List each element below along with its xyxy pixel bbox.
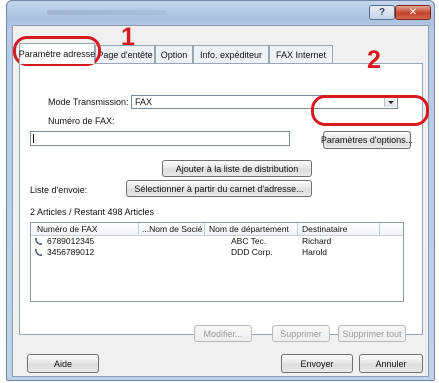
delete-all-button[interactable]: Supprimer tout <box>338 325 406 342</box>
department-cell: DDD Corp. <box>231 247 273 257</box>
column-divider[interactable] <box>379 223 380 235</box>
fax-number-label: Numéro de FAX: <box>48 116 115 126</box>
fax-phone-icon <box>35 237 43 245</box>
fax-number-input[interactable] <box>30 131 290 146</box>
tab-internet-fax[interactable]: FAX Internet <box>269 45 333 63</box>
blurred-title <box>47 10 167 15</box>
column-fax-number[interactable]: Numéro de FAX <box>37 224 97 235</box>
column-divider[interactable] <box>204 223 205 235</box>
help-button[interactable]: Aide <box>27 354 99 373</box>
modify-button[interactable]: Modifier... <box>194 325 252 342</box>
close-button[interactable]: ✕ <box>395 5 431 20</box>
annotation-number-2: 2 <box>367 46 381 74</box>
table-row[interactable]: 6789012345 ABC Tec. Richard <box>31 236 403 247</box>
send-list-label: Liste d'envoie: <box>30 185 88 195</box>
options-button[interactable]: Paramètres d'options... <box>321 131 413 149</box>
column-divider[interactable] <box>297 223 298 235</box>
title-bar[interactable]: ? ✕ <box>7 1 434 25</box>
annotation-ring-2 <box>311 95 429 126</box>
tab-address-settings[interactable]: Paramètre adresse <box>19 43 95 64</box>
mode-label: Mode Transmission: <box>48 97 129 107</box>
help-title-button[interactable]: ? <box>369 5 395 20</box>
department-cell: ABC Tec. <box>231 236 267 246</box>
column-company[interactable]: ...Nom de Socié <box>142 224 202 235</box>
send-button[interactable]: Envoyer <box>281 354 353 373</box>
add-to-distribution-button[interactable]: Ajouter à la liste de distribution <box>162 160 312 177</box>
text-caret <box>33 134 34 143</box>
mode-value: FAX <box>135 97 153 107</box>
recipient-cell: Richard <box>302 236 332 246</box>
recipient-cell: Harold <box>302 247 328 257</box>
recipient-list[interactable]: Numéro de FAX ...Nom de Socié Nom de dép… <box>30 222 404 302</box>
column-divider[interactable] <box>138 223 139 235</box>
cancel-button[interactable]: Annuler <box>359 354 423 373</box>
tab-option[interactable]: Option <box>155 45 193 63</box>
list-header: Numéro de FAX ...Nom de Socié Nom de dép… <box>31 223 403 236</box>
tab-sender-info[interactable]: Info. expéditeur <box>193 45 269 63</box>
fax-number-cell: 3456789012 <box>47 247 95 257</box>
table-row[interactable]: 3456789012 DDD Corp. Harold <box>31 247 403 258</box>
column-recipient[interactable]: Destinataire <box>302 224 347 235</box>
dialog-client: Paramètre adresse Page d'entête Option I… <box>12 25 429 377</box>
annotation-number-1: 1 <box>121 23 135 51</box>
delete-button[interactable]: Supprimer <box>272 325 330 342</box>
item-count-text: 2 Articles / Restant 498 Articles <box>30 207 155 217</box>
fax-phone-icon <box>35 248 43 256</box>
column-department[interactable]: Nom de département <box>209 224 289 235</box>
tab-strip: Paramètre adresse Page d'entête Option I… <box>19 43 419 64</box>
select-from-addressbook-button[interactable]: Sélectionner à partir du carnet d'adress… <box>126 180 312 197</box>
fax-number-cell: 6789012345 <box>47 236 95 246</box>
